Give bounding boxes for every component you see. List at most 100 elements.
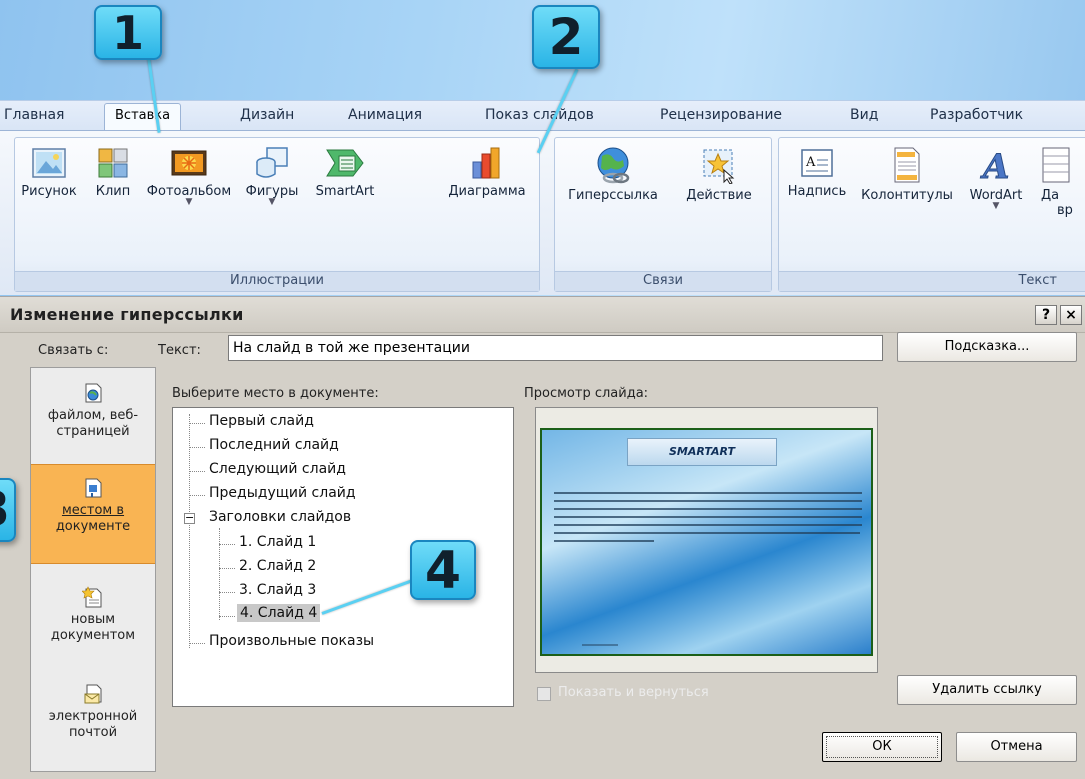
screentip-button[interactable]: Подсказка... <box>897 332 1077 362</box>
link-option-email-line1: электронной <box>48 709 138 724</box>
header-footer-button[interactable]: Колонтитулы <box>855 146 959 203</box>
clip-art-icon <box>98 148 128 178</box>
link-option-web-page-line2: страницей <box>56 424 130 439</box>
link-to-panel: файлом, веб- страницей местом в документ… <box>30 367 156 772</box>
tree-item-slide-3[interactable]: 3. Слайд 3 <box>239 582 316 598</box>
smartart-button-label: SmartArt <box>315 184 375 199</box>
smartart-icon <box>326 149 364 177</box>
link-option-web-page[interactable]: файлом, веб- страницей <box>31 382 155 440</box>
place-in-document-label: Выберите место в документе: <box>172 386 379 401</box>
shapes-icon <box>256 147 288 178</box>
tab-developer[interactable]: Разработчик <box>930 107 1023 123</box>
tree-item-slide-4-selected[interactable]: 4. Слайд 4 <box>237 604 321 622</box>
tree-item-slide-titles[interactable]: Заголовки слайдов <box>209 509 351 525</box>
date-time-button-label-2: вр <box>1057 203 1073 218</box>
date-time-button-label: Да <box>1041 188 1060 203</box>
textbox-icon: A <box>801 149 833 177</box>
action-button-label: Действие <box>686 188 752 203</box>
place-in-document-icon <box>85 478 102 498</box>
tab-view[interactable]: Вид <box>850 107 878 123</box>
callout-3: 3 <box>0 478 16 542</box>
shapes-button[interactable]: Фигуры ▼ <box>237 146 307 207</box>
tree-item-previous-slide[interactable]: Предыдущий слайд <box>209 485 356 501</box>
slide-text-line <box>554 492 862 494</box>
hyperlink-button[interactable]: Гиперссылка <box>561 146 665 203</box>
tree-item-next-slide[interactable]: Следующий слайд <box>209 461 346 477</box>
photo-album-button[interactable]: Фотоальбом ▼ <box>143 146 235 207</box>
textbox-button-label: Надпись <box>787 184 847 199</box>
ribbon-group-links: Гиперссылка Действие Связи <box>554 137 772 292</box>
link-option-new-document-line2: документом <box>50 628 136 643</box>
tab-home[interactable]: Главная <box>4 107 64 123</box>
tree-item-last-slide[interactable]: Последний слайд <box>209 437 339 453</box>
chart-icon <box>472 147 500 179</box>
action-star-icon <box>703 149 735 184</box>
help-button[interactable]: ? <box>1035 305 1057 325</box>
tree-line <box>219 592 235 593</box>
clip-button[interactable]: Клип <box>87 146 139 199</box>
textbox-button[interactable]: A Надпись <box>785 146 849 199</box>
tree-line <box>189 643 205 644</box>
smartart-button[interactable]: SmartArt <box>309 146 381 199</box>
link-option-place-line1: местом в <box>61 503 125 518</box>
slide-text-line <box>554 516 862 518</box>
hyperlink-button-label: Гиперссылка <box>568 188 658 203</box>
tab-animation[interactable]: Анимация <box>348 107 422 123</box>
tree-line <box>189 471 205 472</box>
ribbon-group-label-links: Связи <box>555 271 771 291</box>
link-option-email[interactable]: электронной почтой <box>31 683 155 741</box>
web-page-icon <box>85 383 102 403</box>
hyperlink-globe-icon <box>597 147 630 184</box>
date-time-button[interactable]: Да вр <box>1041 146 1073 218</box>
link-to-label: Связать с: <box>38 343 109 358</box>
cancel-button[interactable]: Отмена <box>956 732 1077 762</box>
collapse-toggle[interactable]: − <box>184 512 195 524</box>
text-field-label: Текст: <box>158 343 201 358</box>
tab-design[interactable]: Дизайн <box>240 107 294 123</box>
photo-album-icon <box>171 150 207 176</box>
dialog-title: Изменение гиперссылки <box>10 305 244 324</box>
show-and-return-label: Показать и вернуться <box>558 685 709 700</box>
tree-line <box>219 528 220 620</box>
tab-review[interactable]: Рецензирование <box>660 107 782 123</box>
ribbon-group-text: A Надпись Колонтитулы A WordArt ▼ Да вр … <box>778 137 1085 292</box>
header-footer-button-label: Колонтитулы <box>861 188 953 203</box>
tab-insert[interactable]: Вставка <box>104 103 182 133</box>
slide-preview-label: Просмотр слайда: <box>524 386 649 401</box>
callout-2: 2 <box>532 5 600 69</box>
remove-link-button[interactable]: Удалить ссылку <box>897 675 1077 705</box>
slide-text-line <box>554 508 862 510</box>
tab-slideshow[interactable]: Показ слайдов <box>485 107 594 123</box>
ribbon-group-label-text: Текст <box>779 271 1085 291</box>
wordart-button[interactable]: A WordArt ▼ <box>957 146 1035 212</box>
picture-icon <box>32 148 66 178</box>
close-button[interactable]: × <box>1060 305 1082 325</box>
tree-item-slide-2[interactable]: 2. Слайд 2 <box>239 558 316 574</box>
slide-text-line <box>554 524 862 526</box>
tree-item-first-slide[interactable]: Первый слайд <box>209 413 314 429</box>
ribbon-tab-bar: Главная Вставка Дизайн Анимация Показ сл… <box>0 100 1085 133</box>
tree-line <box>189 495 205 496</box>
link-option-new-document[interactable]: новым документом <box>31 586 155 644</box>
header-footer-icon <box>894 147 920 183</box>
ribbon-group-illustrations: Рисунок Клип Фотоальбом ▼ Фигуры ▼ Smart… <box>14 137 540 292</box>
chart-button-label: Диаграмма <box>448 184 526 199</box>
action-button[interactable]: Действие <box>673 146 765 203</box>
link-option-place-line2: документе <box>55 519 131 534</box>
chart-button[interactable]: Диаграмма <box>437 146 537 199</box>
date-time-icon <box>1042 147 1070 183</box>
slide-thumbnail-title: SMARTART <box>627 438 777 466</box>
picture-button[interactable]: Рисунок <box>19 146 79 199</box>
tree-line <box>189 423 205 424</box>
link-option-place-in-document[interactable]: местом в документе <box>31 464 155 564</box>
tree-item-slide-1[interactable]: 1. Слайд 1 <box>239 534 316 550</box>
dialog-title-bar[interactable]: Изменение гиперссылки ? × <box>0 297 1085 333</box>
tree-item-custom-shows[interactable]: Произвольные показы <box>209 633 374 649</box>
link-text-input[interactable] <box>228 335 883 361</box>
callout-1: 1 <box>94 5 162 60</box>
tree-line <box>219 616 235 617</box>
ok-button[interactable]: ОК <box>822 732 942 762</box>
tree-line <box>189 447 205 448</box>
show-and-return-checkbox[interactable] <box>537 687 551 701</box>
slide-preview: SMARTART <box>535 407 878 673</box>
